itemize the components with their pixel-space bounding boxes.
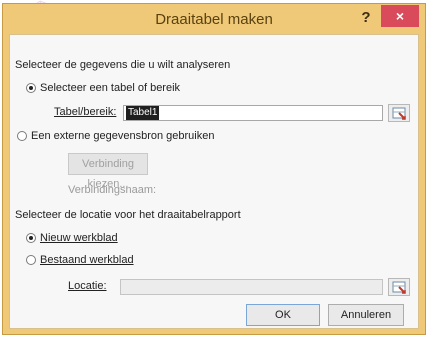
- help-button[interactable]: ?: [355, 8, 377, 28]
- radio-table-or-range[interactable]: Selecteer een tabel of bereik: [26, 82, 180, 94]
- radio-existing-worksheet-label: Bestaand werkblad: [40, 254, 134, 266]
- create-pivottable-dialog: Draaitabel maken ? × Selecteer de gegeve…: [2, 3, 426, 335]
- connection-name-label: Verbindingsnaam:: [68, 184, 157, 196]
- table-range-value: Tabel1: [126, 106, 160, 120]
- dialog-body: Selecteer de gegevens die u wilt analyse…: [9, 34, 419, 329]
- radio-new-worksheet-icon[interactable]: [26, 233, 36, 244]
- radio-new-worksheet[interactable]: Nieuw werkblad: [26, 232, 118, 244]
- collapse-dialog-range-button[interactable]: [388, 104, 410, 122]
- location-label: Locatie:: [68, 280, 107, 292]
- section-data-heading: Selecteer de gegevens die u wilt analyse…: [15, 59, 231, 71]
- range-picker-icon: [392, 281, 406, 294]
- section-location-heading: Selecteer de locatie voor het draaitabel…: [15, 209, 241, 221]
- ok-button[interactable]: OK: [246, 304, 320, 326]
- radio-new-worksheet-label: Nieuw werkblad: [40, 232, 118, 244]
- radio-table-or-range-icon[interactable]: [26, 83, 36, 94]
- close-button[interactable]: ×: [381, 5, 419, 27]
- radio-external-source-icon[interactable]: [17, 131, 27, 142]
- radio-existing-worksheet[interactable]: Bestaand werkblad: [26, 254, 134, 266]
- radio-external-source[interactable]: Een externe gegevensbron gebruiken: [17, 130, 214, 142]
- cancel-button[interactable]: Annuleren: [328, 304, 404, 326]
- table-range-input[interactable]: Tabel1: [123, 105, 383, 121]
- choose-connection-button[interactable]: Verbinding kiezen...: [68, 153, 148, 190]
- range-picker-icon: [392, 107, 406, 120]
- collapse-dialog-location-button[interactable]: [388, 278, 410, 296]
- location-input[interactable]: [120, 279, 383, 295]
- title-bar: Draaitabel maken ? ×: [3, 4, 425, 34]
- radio-table-or-range-label: Selecteer een tabel of bereik: [40, 82, 181, 94]
- table-range-label: Tabel/bereik:: [54, 106, 117, 118]
- radio-existing-worksheet-icon[interactable]: [26, 255, 36, 266]
- radio-external-source-label: Een externe gegevensbron gebruiken: [31, 130, 215, 142]
